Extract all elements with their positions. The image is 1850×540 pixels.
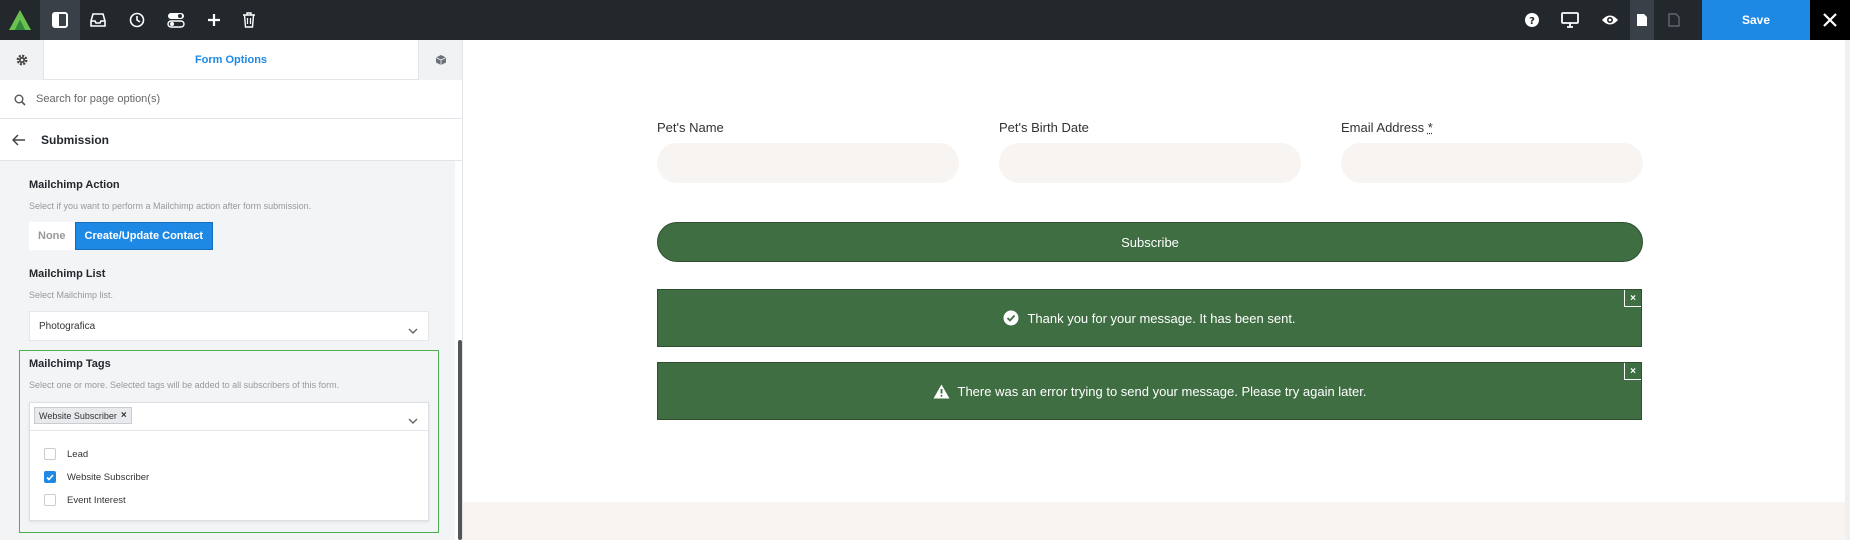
error-notice: There was an error trying to send your m…: [657, 362, 1642, 420]
checkbox[interactable]: [44, 448, 56, 460]
page-outline-icon[interactable]: [1662, 0, 1686, 40]
subscribe-button[interactable]: Subscribe: [657, 222, 1643, 262]
sidebar-toggle-icon[interactable]: [40, 0, 80, 40]
mailchimp-list-value: Photografica: [39, 321, 96, 332]
search-icon: [14, 93, 26, 111]
mailchimp-list-select[interactable]: Photografica: [29, 311, 429, 341]
tag-option-lead[interactable]: Lead: [44, 446, 88, 462]
page-icon[interactable]: [1630, 0, 1654, 40]
chevron-down-icon[interactable]: [408, 412, 418, 430]
tag-chip-label: Website Subscriber: [39, 410, 117, 421]
search-input[interactable]: [36, 89, 446, 109]
mailchimp-tags-multiselect: Website Subscriber × Lead Website Subscr…: [29, 402, 429, 521]
pets-birth-date-input[interactable]: [999, 143, 1301, 183]
tag-option-website-subscriber[interactable]: Website Subscriber: [44, 469, 149, 485]
email-address-input[interactable]: [1341, 143, 1643, 183]
mailchimp-list-desc: Select Mailchimp list.: [29, 290, 114, 300]
tag-option-label: Event Interest: [67, 494, 126, 506]
tab-form-options[interactable]: Form Options: [44, 40, 418, 80]
top-toolbar: ? Save: [0, 0, 1850, 40]
desktop-icon[interactable]: [1550, 0, 1590, 40]
close-notice-button[interactable]: ×: [1624, 290, 1641, 307]
success-notice: Thank you for your message. It has been …: [657, 289, 1642, 347]
warning-icon: [933, 384, 949, 398]
chevron-down-icon: [408, 322, 418, 340]
action-none-button[interactable]: None: [29, 222, 75, 250]
email-address-label: Email Address *: [1341, 120, 1433, 135]
pets-name-input[interactable]: [657, 143, 959, 183]
checkbox-checked[interactable]: [44, 471, 56, 483]
checkbox[interactable]: [44, 494, 56, 506]
sidebar-tabs: Form Options: [0, 40, 462, 80]
trash-icon[interactable]: [229, 0, 269, 40]
required-marker: *: [1427, 120, 1433, 135]
help-icon[interactable]: ?: [1512, 0, 1552, 40]
success-message: Thank you for your message. It has been …: [1027, 310, 1296, 326]
pets-name-label: Pet's Name: [657, 120, 724, 135]
check-icon: [46, 473, 54, 481]
toggles-icon[interactable]: [156, 0, 196, 40]
error-message: There was an error trying to send your m…: [957, 383, 1367, 399]
mailchimp-list-title: Mailchimp List: [29, 268, 106, 280]
mailchimp-action-desc: Select if you want to perform a Mailchim…: [29, 201, 312, 211]
sidebar-scrollbar[interactable]: [458, 340, 462, 540]
close-notice-button[interactable]: ×: [1624, 363, 1641, 380]
gear-icon: [16, 54, 27, 66]
inbox-icon[interactable]: [78, 0, 118, 40]
mailchimp-tags-title: Mailchimp Tags: [29, 358, 111, 370]
close-icon[interactable]: [1810, 0, 1850, 40]
back-arrow-icon[interactable]: [11, 133, 26, 151]
preview-icon[interactable]: [1590, 0, 1630, 40]
mailchimp-action-selector: None Create/Update Contact: [29, 222, 214, 250]
mailchimp-tags-desc: Select one or more. Selected tags will b…: [29, 380, 340, 390]
save-button[interactable]: Save: [1702, 0, 1810, 40]
tag-option-event-interest[interactable]: Event Interest: [44, 492, 126, 508]
tag-chip: Website Subscriber ×: [34, 407, 132, 424]
action-create-update-button[interactable]: Create/Update Contact: [74, 222, 214, 250]
canvas-scrollbar-track[interactable]: [1845, 40, 1850, 540]
history-icon[interactable]: [117, 0, 157, 40]
tag-option-label: Lead: [67, 448, 89, 460]
tags-selected-row[interactable]: Website Subscriber ×: [30, 403, 428, 431]
logo-icon[interactable]: [0, 0, 40, 40]
tag-option-label: Website Subscriber: [67, 471, 150, 483]
tab-settings[interactable]: [0, 40, 44, 80]
tab-box[interactable]: [418, 40, 462, 80]
section-header: Submission: [0, 119, 462, 161]
cube-icon: [435, 55, 447, 65]
pets-birth-date-label: Pet's Birth Date: [999, 120, 1089, 135]
mailchimp-action-title: Mailchimp Action: [29, 179, 120, 191]
tag-chip-remove[interactable]: ×: [121, 410, 127, 421]
section-title: Submission: [41, 133, 110, 147]
check-circle-icon: [1003, 310, 1019, 326]
plus-icon[interactable]: [194, 0, 234, 40]
svg-text:?: ?: [1529, 16, 1535, 27]
page-footer-strip: [463, 502, 1850, 540]
search-row: [0, 80, 462, 119]
